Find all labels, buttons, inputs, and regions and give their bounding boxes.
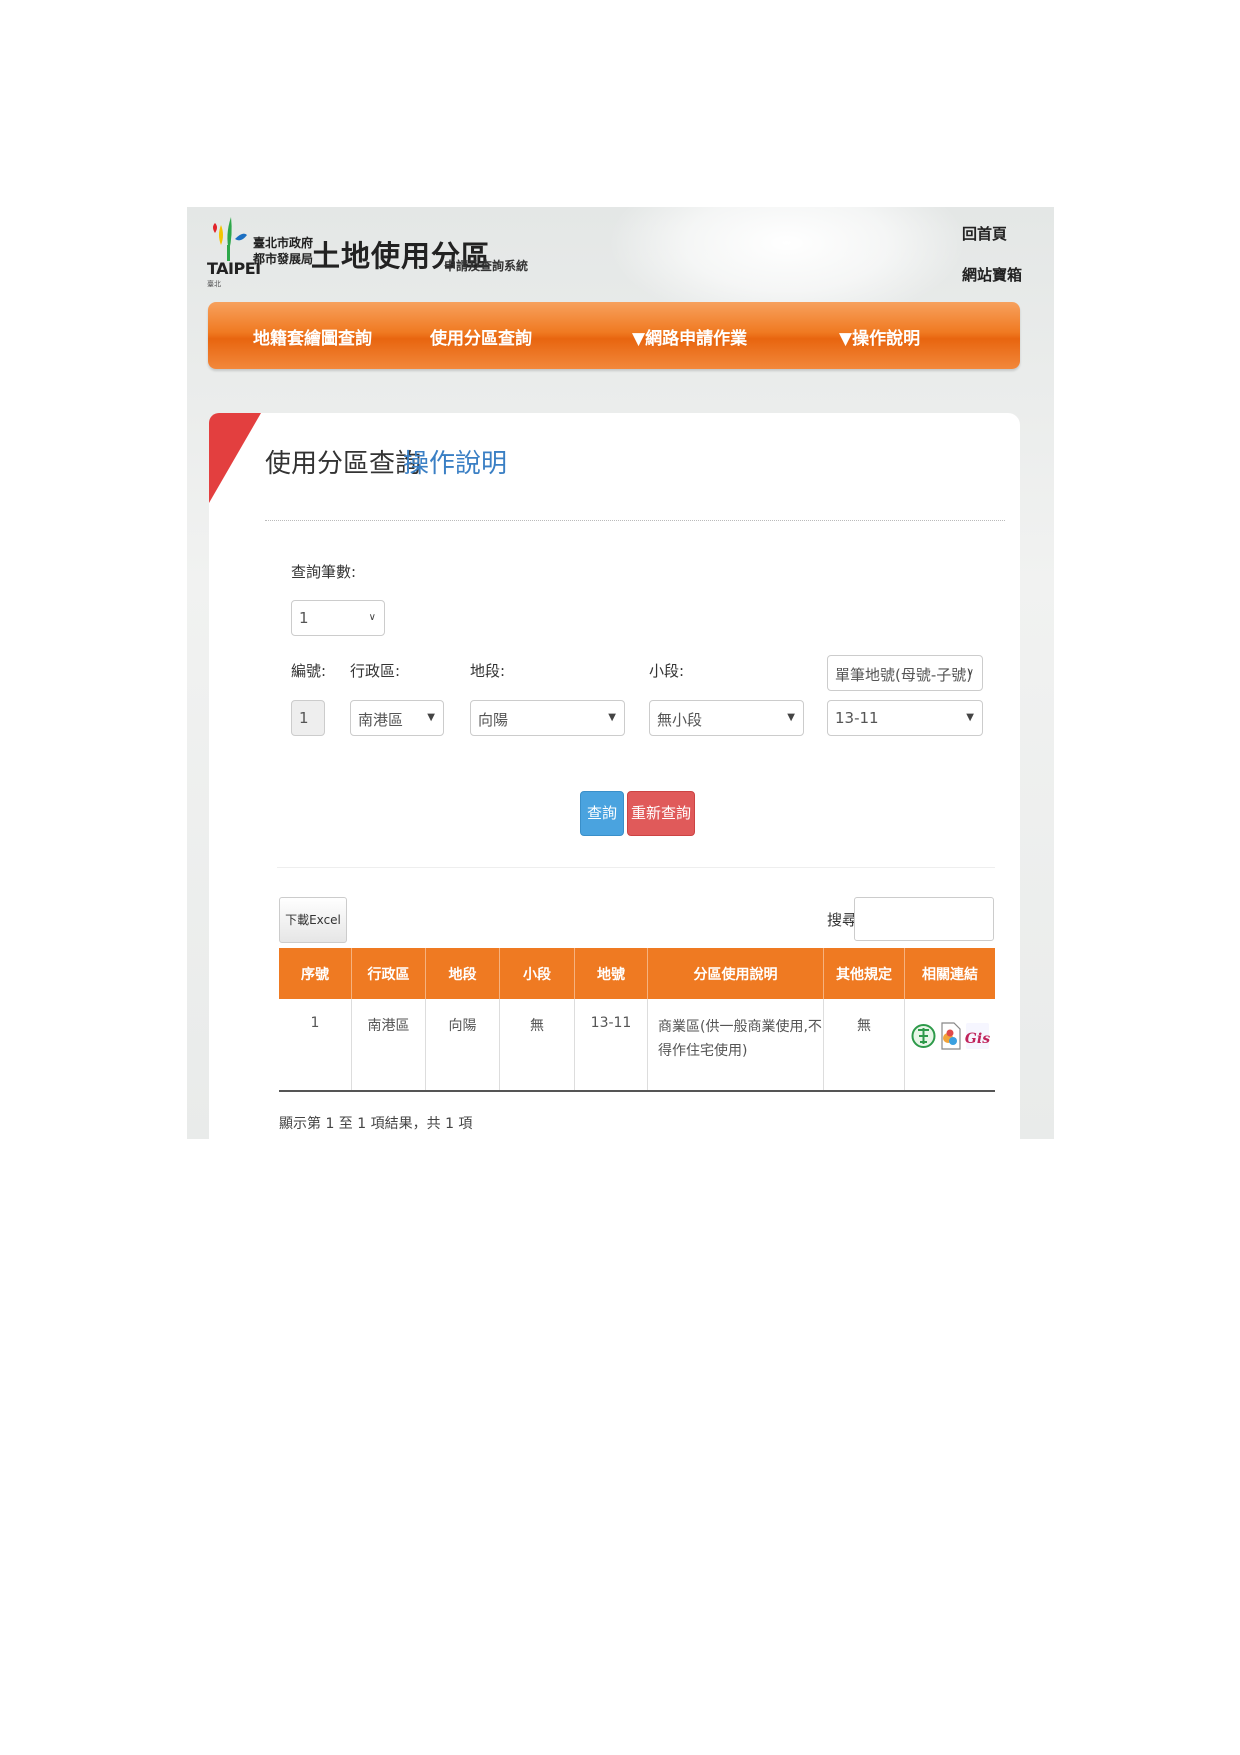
search-button[interactable]: 查詢 <box>580 791 624 836</box>
main-nav: 地籍套繪圖查詢 使用分區查詢 ▼網路申請作業 ▼操作說明 <box>208 302 1020 369</box>
nav-online-application[interactable]: ▼網路申請作業 <box>632 324 747 349</box>
results-table: 序號 行政區 地段 小段 地號 分區使用說明 其他規定 相關連結 1 南港區 向… <box>279 948 995 1092</box>
cell-zoning-desc: 商業區(供一般商業使用,不得作住宅使用) <box>647 999 824 1092</box>
title-divider <box>265 520 1005 521</box>
col-header-subsection[interactable]: 小段 <box>499 948 575 999</box>
caret-down-icon: ▼ <box>427 712 435 723</box>
col-header-no[interactable]: 序號 <box>279 948 352 999</box>
svg-text:Gis: Gis <box>965 1031 990 1047</box>
cell-lot: 13-11 <box>574 999 648 1092</box>
cell-district: 南港區 <box>351 999 426 1092</box>
caret-down-icon: ▼ <box>787 712 795 723</box>
section-select[interactable]: 向陽 ▼ <box>470 700 625 736</box>
section-label: 地段: <box>470 662 506 680</box>
lot-value: 13-11 <box>835 709 879 727</box>
lot-select[interactable]: 13-11 ▼ <box>827 700 983 736</box>
logo-small-text: 臺北 <box>207 280 221 288</box>
district-select[interactable]: 南港區 ▼ <box>350 700 444 736</box>
cell-section: 向陽 <box>425 999 500 1092</box>
gov-emblem-icon[interactable] <box>911 1017 936 1055</box>
cell-other-rules: 無 <box>823 999 905 1092</box>
browser-screenshot: TAIPEI 臺北 臺北市政府 都市發展局 土地使用分區 申請及查詢系統 回首頁… <box>187 207 1054 1139</box>
gov-line-1: 臺北市政府 <box>253 236 314 250</box>
chevron-down-icon: ∨ <box>368 612 376 623</box>
district-value: 南港區 <box>358 711 404 729</box>
nav-instructions[interactable]: ▼操作說明 <box>839 324 920 349</box>
cell-no: 1 <box>279 999 352 1092</box>
subsection-label: 小段: <box>649 662 685 680</box>
section-divider <box>277 867 995 868</box>
col-header-district[interactable]: 行政區 <box>351 948 426 999</box>
table-search-input[interactable] <box>854 897 994 941</box>
site-logo[interactable]: TAIPEI 臺北 臺北市政府 都市發展局 土地使用分區 申請及查詢系統 <box>207 209 767 289</box>
gis-icon[interactable]: Gis <box>965 1017 990 1055</box>
cell-subsection: 無 <box>499 999 575 1092</box>
document-icon[interactable] <box>938 1017 963 1055</box>
col-header-section[interactable]: 地段 <box>425 948 500 999</box>
section-value: 向陽 <box>478 711 509 729</box>
no-label: 編號: <box>291 662 327 680</box>
page-title: 使用分區查詢 <box>265 449 422 479</box>
table-info: 顯示第 1 至 1 項結果，共 1 項 <box>279 1116 473 1132</box>
table-header-row: 序號 行政區 地段 小段 地號 分區使用說明 其他規定 相關連結 <box>279 948 995 999</box>
top-links: 回首頁 網站寶箱 <box>962 223 1022 305</box>
table-row: 1 南港區 向陽 無 13-11 商業區(供一般商業使用,不得作住宅使用) 無 <box>279 999 995 1092</box>
help-link[interactable]: 操作說明 <box>403 443 507 480</box>
col-header-other-rules[interactable]: 其他規定 <box>823 948 905 999</box>
subsection-value: 無小段 <box>657 711 703 729</box>
cell-links: Gis <box>904 999 995 1092</box>
chevron-down-icon: ∨ <box>966 667 974 678</box>
lot-mode-select[interactable]: 單筆地號(母號-子號) ∨ <box>827 655 983 691</box>
query-card: 使用分區查詢 操作說明 查詢筆數: 1 ∨ 編號: 行政區: 地段: 小段: 單… <box>209 413 1020 1139</box>
col-header-links[interactable]: 相關連結 <box>904 948 995 999</box>
subsection-select[interactable]: 無小段 ▼ <box>649 700 804 736</box>
row-number-field: 1 <box>291 700 325 736</box>
caret-down-icon: ▼ <box>966 712 974 723</box>
home-link[interactable]: 回首頁 <box>962 223 1022 244</box>
gov-line-2: 都市發展局 <box>253 252 314 266</box>
download-excel-button[interactable]: 下載Excel <box>279 897 347 943</box>
count-value: 1 <box>299 609 309 627</box>
district-label: 行政區: <box>350 662 401 680</box>
nav-zoning-query[interactable]: 使用分區查詢 <box>430 324 532 349</box>
sitemap-link[interactable]: 網站寶箱 <box>962 264 1022 285</box>
corner-ribbon <box>209 413 261 503</box>
count-label: 查詢筆數: <box>291 563 357 581</box>
col-header-zoning-desc[interactable]: 分區使用說明 <box>647 948 824 999</box>
count-select[interactable]: 1 ∨ <box>291 600 385 636</box>
caret-down-icon: ▼ <box>608 712 616 723</box>
related-links: Gis <box>911 1017 990 1055</box>
gov-name: 臺北市政府 都市發展局 <box>253 235 313 267</box>
col-header-lot[interactable]: 地號 <box>574 948 648 999</box>
lot-mode-value: 單筆地號(母號-子號) <box>835 666 973 684</box>
nav-cadastral-map[interactable]: 地籍套繪圖查詢 <box>253 324 372 349</box>
system-subtitle: 申請及查詢系統 <box>444 259 529 273</box>
reset-button[interactable]: 重新查詢 <box>627 791 695 836</box>
taipei-logo-icon <box>213 217 247 261</box>
